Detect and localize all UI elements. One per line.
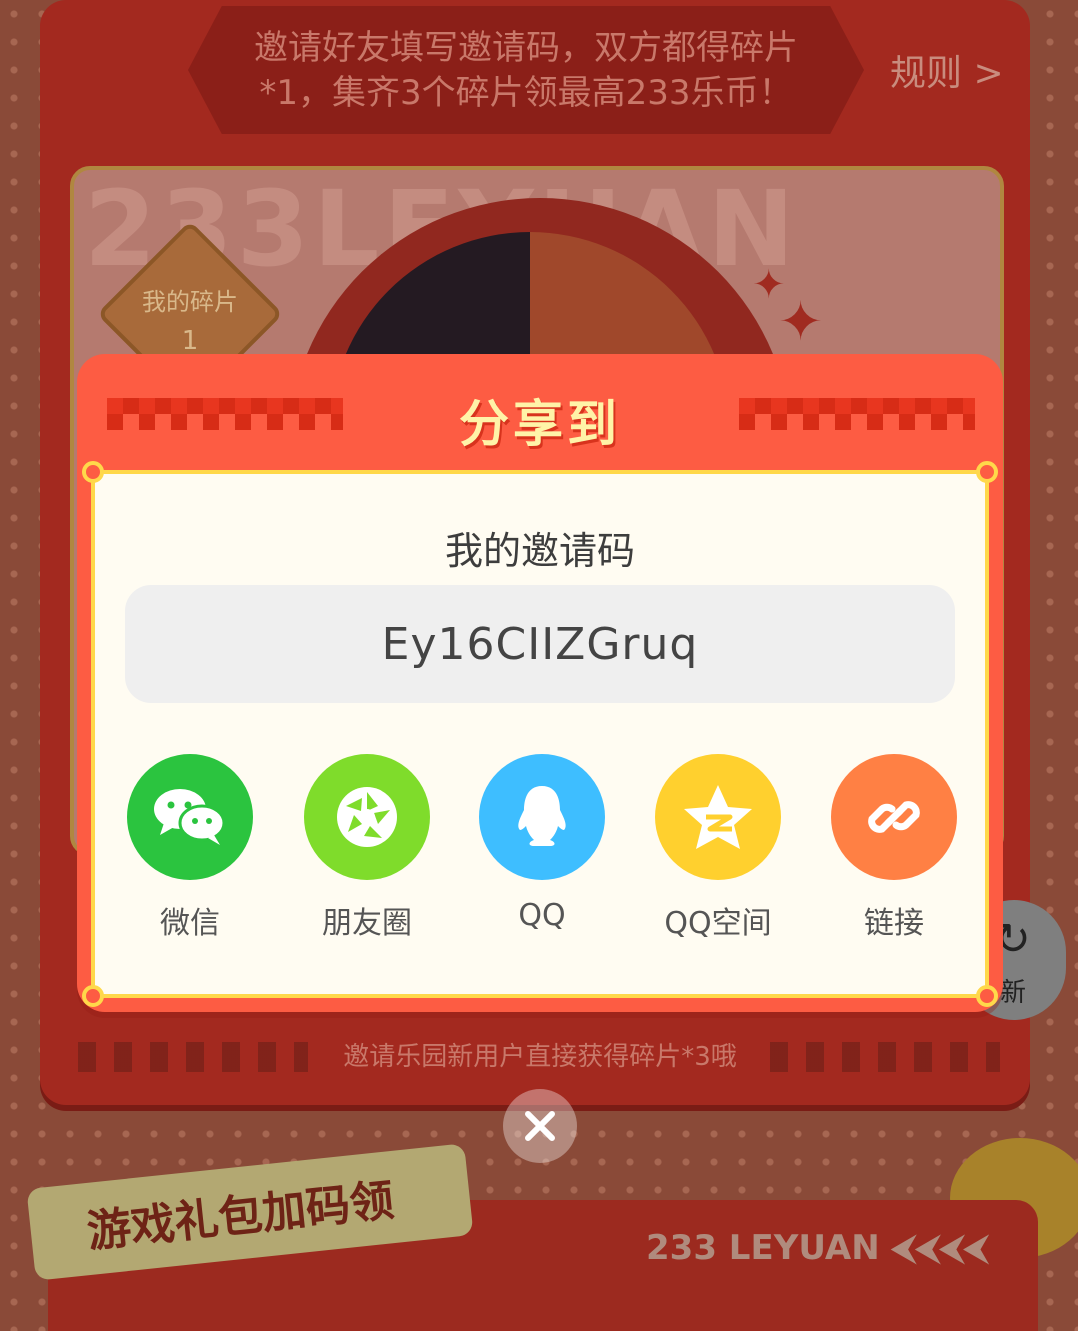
invite-code-value[interactable]: Ey16CIIZGruq [125,619,955,670]
banner-line-1: 邀请好友填写邀请码，双方都得碎片 [254,28,798,68]
invite-banner-text: 邀请好友填写邀请码，双方都得碎片 *1，集齐3个碎片领最高233乐币！ [188,26,864,116]
gift-section-brand: 233 LEYUAN ⮜⮜⮜⮜ [646,1228,989,1268]
panel-corner [82,461,104,483]
panel-corner [976,461,998,483]
close-modal-button[interactable] [503,1089,577,1163]
link-icon[interactable] [831,754,957,880]
qq-icon[interactable] [479,754,605,880]
my-fragments-label: 我的碎片 [142,288,238,316]
share-link-button[interactable]: 链接 [819,754,969,942]
invite-code-label: 我的邀请码 [444,529,635,573]
panel-corner [82,985,104,1007]
my-fragments-count: 1 [181,326,199,356]
qzone-icon[interactable] [655,754,781,880]
rules-link[interactable]: 规则 > [890,44,1004,96]
moments-icon[interactable] [304,754,430,880]
share-wechat-button[interactable]: 微信 [115,754,265,942]
close-icon [525,1111,555,1141]
share-qzone-label: QQ空间 [664,906,772,941]
invite-code-box[interactable]: Ey16CIIZGruq [125,585,955,703]
share-moments-label: 朋友圈 [322,906,412,941]
panel-corner [976,985,998,1007]
share-link-label: 链接 [864,906,924,941]
share-modal: 分享到 我的邀请码 Ey16CIIZGruq 微信 朋友圈 QQ QQ空间 链接 [77,354,1003,1012]
share-wechat-label: 微信 [160,906,220,941]
share-qq-button[interactable]: QQ [467,754,617,933]
sparkle-icon: ✦ [778,290,824,353]
refresh-label: 新 [1000,978,1027,1008]
invite-note: 邀请乐园新用户直接获得碎片*3哦 [343,1042,737,1072]
share-moments-button[interactable]: 朋友圈 [292,754,442,942]
share-qzone-button[interactable]: QQ空间 [643,754,793,942]
share-qq-label: QQ [518,898,566,933]
share-panel: 我的邀请码 Ey16CIIZGruq 微信 朋友圈 QQ QQ空间 链接 [82,461,998,1007]
banner-line-2: *1，集齐3个碎片领最高233乐币！ [259,73,793,113]
share-modal-title: 分享到 [459,395,621,453]
wechat-icon[interactable] [127,754,253,880]
